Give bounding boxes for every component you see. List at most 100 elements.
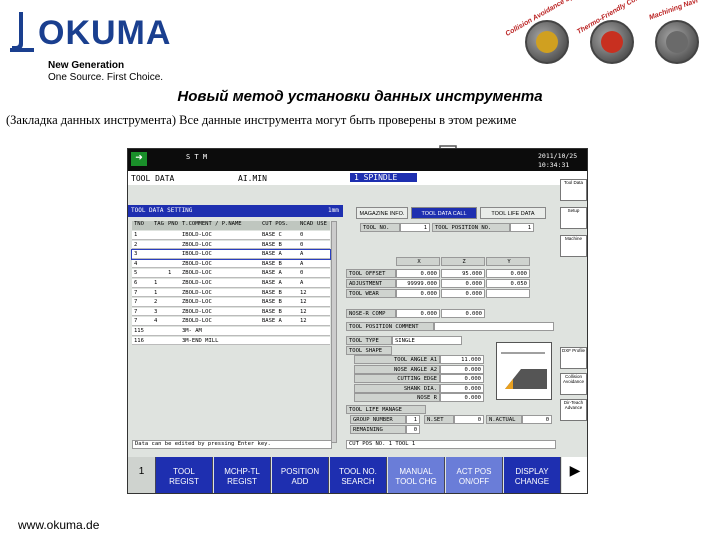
fkey-line-1: TOOL	[173, 467, 195, 476]
shape-value[interactable]: 11.000	[440, 355, 484, 364]
fkey-display[interactable]: DISPLAY CHANGE	[504, 457, 561, 493]
table-header: TNO TAG PNO T.COMMENT / P.NAME CUT POS. …	[132, 221, 330, 230]
cell-pos: BASE B	[262, 308, 282, 315]
n-actual-value[interactable]: 0	[522, 415, 552, 424]
shape-value[interactable]: 0.000	[440, 383, 484, 393]
col-y-label: Y	[486, 257, 530, 266]
slide-subtitle: (Закладка данных инструмента) Все данные…	[6, 113, 517, 127]
shape-label: SHANK DIA.	[354, 383, 440, 393]
table-row[interactable]: 4 ZBOLD-LOC BASE B A	[132, 259, 330, 269]
fkey-manual[interactable]: MANUAL TOOL CHG	[388, 457, 445, 493]
table-row[interactable]: 7 2 ZBOLD-LOC BASE B 12	[132, 298, 330, 307]
cell-name: ZBOLD-LOC	[182, 299, 212, 306]
offset-x-value[interactable]: 0.000	[396, 289, 440, 298]
shape-label: TOOL ANGLE A1	[354, 355, 440, 364]
shape-label: NOSE ANGLE A2	[354, 364, 440, 374]
collision-avoidance-badge-icon	[525, 20, 569, 64]
offset-z-value[interactable]: 0.000	[441, 279, 485, 288]
side-button[interactable]: Tool Data	[560, 179, 587, 201]
col-name: T.COMMENT / P.NAME	[182, 221, 242, 227]
cell-pos: BASE A	[262, 251, 282, 258]
table-row[interactable]: 116 3M-END MILL	[132, 336, 330, 346]
tab-tool-data-call[interactable]: TOOL DATA CALL	[411, 207, 477, 219]
cell-tag: 1	[154, 289, 158, 296]
offset-x-value[interactable]: 0.000	[396, 269, 440, 278]
fkey-mchp-tl[interactable]: MCHP-TL REGIST	[214, 457, 271, 493]
table-row[interactable]: 3 IBOLD-LOC BASE A A	[131, 249, 331, 260]
col-tno: TNO	[134, 221, 144, 227]
side-button[interactable]: Dir-Teach Advance	[560, 399, 587, 421]
nose-x-value[interactable]: 0.000	[396, 309, 440, 318]
cell-name: ZBOLD-LOC	[182, 289, 212, 296]
table-row[interactable]: 7 4 ZBOLD-LOC BASE A 12	[132, 317, 330, 327]
side-button[interactable]: Machine	[560, 235, 587, 257]
machining-navi-badge-icon	[655, 20, 699, 64]
tool-type-label: TOOL TYPE	[346, 336, 392, 345]
next-page-arrow-icon[interactable]: ▶	[562, 457, 587, 493]
cell-ncad: 12	[300, 299, 307, 306]
table-row[interactable]: 115 3M- AM	[132, 327, 330, 336]
table-scrollbar[interactable]	[331, 221, 337, 443]
col-z-label: Z	[441, 257, 485, 266]
date-readout: 2011/10/25	[538, 152, 578, 160]
tab-tool-life-data[interactable]: TOOL LIFE DATA	[480, 207, 546, 219]
side-button[interactable]: Collision Avoidance	[560, 373, 587, 395]
shape-value[interactable]: 0.000	[440, 393, 484, 403]
table-row[interactable]: 6 1 ZBOLD-LOC BASE A A	[132, 279, 330, 288]
screen-topbar: ➜ S T M 2011/10/25 10:34:31	[128, 149, 587, 171]
offset-z-value[interactable]: 95.000	[441, 269, 485, 278]
cell-ncad: 12	[300, 308, 307, 315]
time-readout: 10:34:31	[538, 161, 570, 169]
thermo-friendly-badge-icon	[590, 20, 634, 64]
tab-magazine-info[interactable]: MAGAZINE INFO.	[356, 207, 408, 219]
cell-tno: 115	[134, 328, 144, 334]
tool-position-value[interactable]: 1	[510, 223, 534, 232]
shape-value[interactable]: 0.000	[440, 374, 484, 384]
col-use: USE	[317, 221, 327, 227]
fkey-line-1: DISPLAY	[515, 467, 549, 476]
n-set-value[interactable]: 0	[454, 415, 484, 424]
group-number-value[interactable]: 1	[406, 415, 420, 424]
shape-label: NOSE R	[354, 393, 440, 403]
fkey-position[interactable]: POSITION ADD	[272, 457, 329, 493]
fkey-page[interactable]: 1	[128, 457, 156, 493]
cell-ncad: 0	[300, 232, 304, 238]
offset-y-value[interactable]	[486, 289, 530, 298]
fkey-tool[interactable]: TOOL REGIST	[156, 457, 213, 493]
side-button[interactable]: Setup	[560, 207, 587, 229]
cell-ncad: A	[300, 251, 304, 258]
home-arrow-icon[interactable]: ➜	[131, 152, 147, 166]
table-row[interactable]: 7 3 ZBOLD-LOC BASE B 12	[132, 307, 330, 317]
table-row[interactable]: 1 IBOLD-LOC BASE C 0	[132, 231, 330, 240]
offset-z-value[interactable]: 0.000	[441, 289, 485, 298]
table-row[interactable]: 2 ZBOLD-LOC BASE B 0	[132, 240, 330, 250]
cell-tno: 7	[134, 289, 138, 296]
table-row[interactable]: 7 1 ZBOLD-LOC BASE B 12	[132, 288, 330, 298]
offset-row-label: ADJUSTMENT	[346, 279, 396, 288]
tool-position-comment-field[interactable]	[434, 322, 554, 331]
brand-wordmark: OKUMA	[38, 14, 172, 52]
offset-y-value[interactable]: 0.000	[486, 269, 530, 278]
cell-tno: 1	[134, 232, 138, 238]
nose-z-value[interactable]: 0.000	[441, 309, 485, 318]
offset-x-value[interactable]: 99999.000	[396, 279, 440, 288]
fkey-tool-no-[interactable]: TOOL NO. SEARCH	[330, 457, 387, 493]
cell-pos: BASE B	[262, 299, 282, 306]
cell-tno: 7	[134, 299, 138, 306]
section-title: TOOL DATA SETTING	[131, 207, 193, 214]
section-header: TOOL DATA SETTING 1mm	[128, 205, 343, 217]
col-x-label: X	[396, 257, 440, 266]
cell-name: ZBOLD-LOC	[182, 270, 212, 277]
cell-name: IBOLD-LOC	[182, 251, 212, 258]
tool-type-value[interactable]: SINGLE	[392, 336, 462, 345]
group-number-label: GROUP NUMBER	[350, 415, 406, 424]
mode-bar: TOOL DATA AI.MIN 1 SPINDLE	[128, 171, 587, 185]
tool-no-value[interactable]: 1	[400, 223, 430, 232]
fkey-act-pos[interactable]: ACT POS ON/OFF	[446, 457, 503, 493]
side-button[interactable]: DXF Profile	[560, 347, 587, 369]
cell-pno: 1	[168, 270, 172, 277]
shape-value[interactable]: 0.000	[440, 364, 484, 374]
table-row[interactable]: 5 1 ZBOLD-LOC BASE A 0	[132, 269, 330, 279]
tool-shape-diagram	[496, 342, 552, 400]
offset-y-value[interactable]: 0.050	[486, 279, 530, 288]
